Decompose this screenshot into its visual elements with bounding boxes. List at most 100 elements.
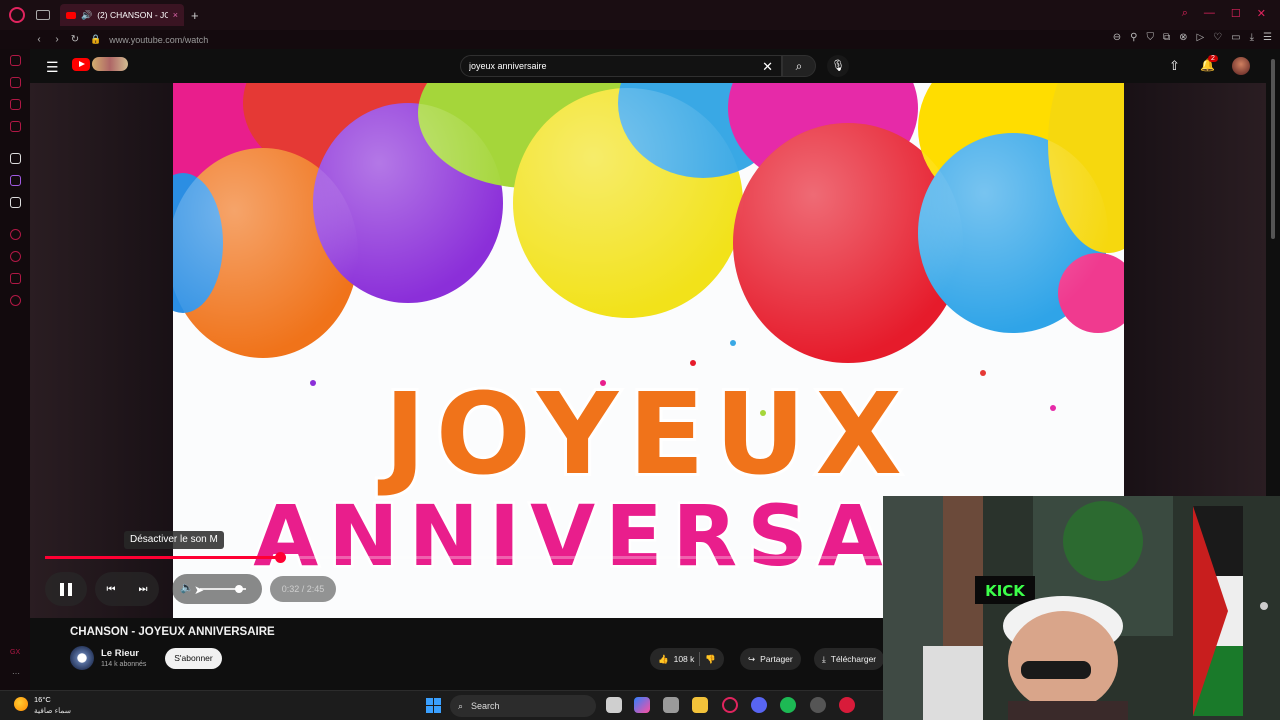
close-icon[interactable]: ✕ [1257, 7, 1266, 20]
reload-icon[interactable]: ↻ [66, 34, 84, 45]
yoodle-icon[interactable] [92, 57, 128, 71]
mail-icon[interactable] [10, 121, 21, 132]
snapshot-icon[interactable]: ⧉ [1163, 32, 1170, 43]
weather-description[interactable]: سماء صافية [34, 706, 71, 715]
tab-close-button[interactable]: × [173, 10, 178, 20]
share-icon: ↪ [748, 653, 756, 664]
video-title-line2: ANNIVERSA [253, 487, 892, 585]
wallet-icon[interactable]: ▭ [1231, 32, 1240, 43]
voice-search-button[interactable]: 🎙 [827, 55, 849, 77]
back-icon[interactable]: ‹ [30, 34, 48, 45]
scrollbar-thumb[interactable] [1271, 59, 1275, 239]
speaker-icon[interactable]: 🔊 [81, 10, 92, 21]
search-button[interactable]: ⌕ [782, 55, 816, 77]
gx-corner-icon[interactable] [10, 77, 21, 88]
weather-icon[interactable] [14, 697, 28, 711]
menu-icon[interactable]: ☰ [1263, 32, 1272, 43]
settings-icon[interactable] [10, 295, 21, 306]
tab-title: (2) CHANSON - JOYEUX ANNIVERSAIRE [97, 10, 168, 20]
minimize-icon[interactable]: — [1204, 7, 1215, 20]
like-count[interactable]: 108 k [674, 654, 695, 664]
store-icon[interactable] [663, 697, 679, 713]
next-icon[interactable]: ⏭ [139, 584, 148, 595]
share-button[interactable]: ↪ Partager [740, 648, 801, 670]
like-icon[interactable]: 👍 [658, 654, 669, 665]
tab-islands-icon[interactable] [36, 10, 50, 20]
twitch-icon[interactable] [10, 175, 21, 186]
streamer-webcam-image: KICK [883, 496, 1280, 720]
subscribe-button[interactable]: S'abonner [165, 648, 222, 669]
search-input[interactable] [469, 61, 749, 71]
youtube-logo-icon[interactable] [72, 58, 90, 71]
url-field[interactable]: www.youtube.com/watch [109, 35, 208, 45]
extensions-icon[interactable] [10, 273, 21, 284]
task-view-icon[interactable] [606, 697, 622, 713]
copilot-icon[interactable] [634, 697, 650, 713]
opera-sidebar: GX ⋯ [0, 49, 30, 690]
like-dislike-pill: 👍 108 k 👎 [650, 648, 724, 670]
volume-icon[interactable]: 🔈 [180, 581, 194, 594]
clear-search-icon[interactable]: ✕ [762, 59, 773, 75]
windows-start-icon[interactable] [426, 698, 441, 713]
vpn-icon[interactable]: ⊗ [1179, 32, 1187, 43]
account-avatar[interactable] [1232, 57, 1250, 75]
youtube-favicon-icon [66, 11, 76, 19]
maximize-icon[interactable]: ☐ [1231, 7, 1241, 20]
previous-icon[interactable]: ⏮ [107, 584, 116, 595]
history-icon[interactable] [10, 251, 21, 262]
video-title-line1: JOYEUX [377, 370, 912, 500]
messenger-icon[interactable] [10, 99, 21, 110]
taskbar-search[interactable]: ⌕ Search [450, 695, 596, 717]
window-controls: ⌕ — ☐ ✕ [1182, 7, 1266, 20]
spotify-icon[interactable] [780, 697, 796, 713]
x-icon[interactable] [10, 197, 21, 208]
app-icon[interactable] [839, 697, 855, 713]
download-button[interactable]: ⤓ Télécharger [814, 648, 885, 670]
address-bar-tools: ⊖ ⚲ ⛉ ⧉ ⊗ ▷ ♡ ▭ ⤓ ☰ [1113, 32, 1272, 43]
prev-next-controls: ⏮ ⏭ [95, 572, 159, 606]
opera-gx-icon[interactable] [722, 697, 738, 713]
search-icon: ⌕ [458, 700, 464, 711]
notification-count-badge: 2 [1208, 55, 1218, 62]
browser-tab-bar: 🔊 (2) CHANSON - JOYEUX ANNIVERSAIRE × + … [0, 0, 1280, 30]
address-bar: ‹ › ↻ 🔒 www.youtube.com/watch ⊖ ⚲ ⛉ ⧉ ⊗ … [0, 30, 1280, 49]
upload-icon[interactable]: ⇧ [1169, 58, 1180, 74]
volume-knob[interactable] [235, 585, 244, 593]
mute-tooltip: Désactiver le son M [124, 531, 224, 549]
heart-icon[interactable]: ♡ [1213, 32, 1222, 43]
forward-icon[interactable]: › [48, 34, 66, 45]
tab-youtube[interactable]: 🔊 (2) CHANSON - JOYEUX ANNIVERSAIRE × [60, 4, 184, 26]
dislike-icon[interactable]: 👎 [705, 654, 716, 665]
file-explorer-icon[interactable] [692, 697, 708, 713]
video-title: CHANSON - JOYEUX ANNIVERSAIRE [70, 626, 275, 638]
channel-name[interactable]: Le Rieur [101, 648, 139, 659]
search-icon[interactable]: ⌕ [1182, 7, 1188, 20]
mouse-cursor-icon: ➤ [194, 583, 205, 597]
pin-icon[interactable]: ⚲ [1130, 32, 1137, 43]
channel-avatar[interactable] [70, 646, 94, 670]
lock-icon: 🔒 [90, 34, 102, 44]
volume-control[interactable]: 🔈 [172, 574, 262, 604]
search-icon: ⌕ [795, 59, 803, 73]
guide-menu-icon[interactable]: ☰ [46, 59, 59, 76]
opera-logo-icon[interactable] [9, 7, 25, 23]
progress-fill [45, 556, 280, 559]
weather-temperature[interactable]: 16°C [34, 695, 51, 704]
obs-icon[interactable] [810, 697, 826, 713]
search-box[interactable]: ✕ [460, 55, 782, 77]
progress-bar[interactable] [45, 552, 881, 563]
download-icon[interactable]: ⤓ [1250, 32, 1254, 43]
new-tab-button[interactable]: + [191, 8, 199, 23]
player-icon[interactable] [10, 229, 21, 240]
pause-button[interactable] [45, 572, 87, 606]
zoom-icon[interactable]: ⊖ [1113, 32, 1121, 43]
progress-scrubber[interactable] [274, 552, 286, 563]
aria-icon[interactable] [10, 153, 21, 164]
shield-icon[interactable]: ⛉ [1146, 32, 1154, 43]
discord-icon[interactable] [751, 697, 767, 713]
separator [699, 652, 701, 666]
speed-dial-icon[interactable] [10, 55, 21, 66]
more-icon[interactable]: ⋯ [12, 669, 20, 678]
player-icon[interactable]: ▷ [1196, 32, 1204, 43]
windows-taskbar: 16°C سماء صافية ⌕ Search [0, 690, 883, 720]
